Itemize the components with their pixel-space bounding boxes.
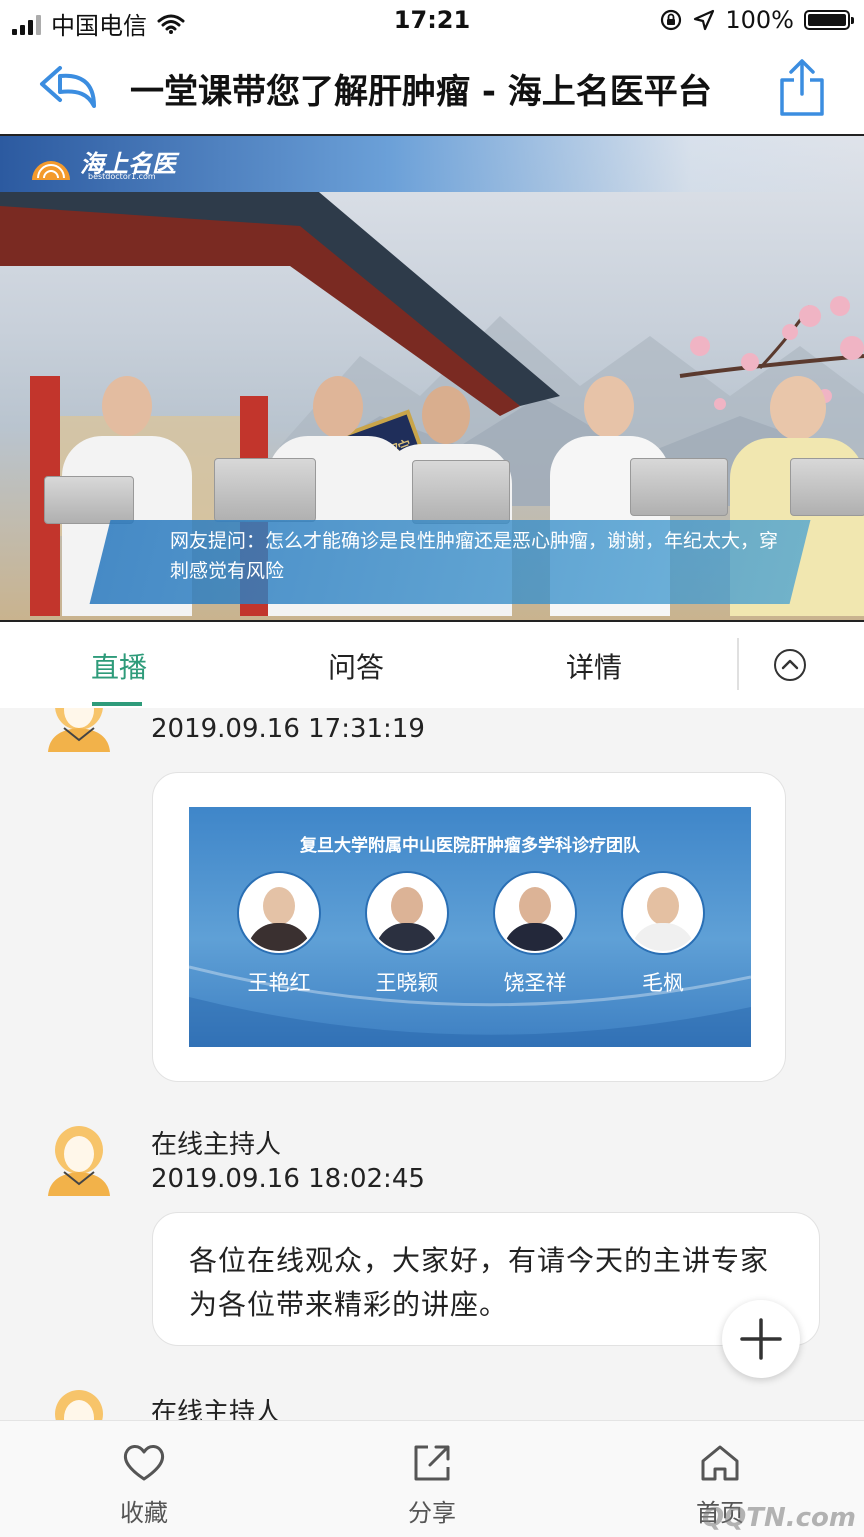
- heart-icon: [123, 1445, 165, 1481]
- message-author: 在线主持人: [151, 1398, 282, 1420]
- favorite-button[interactable]: 收藏: [84, 1443, 204, 1528]
- battery-percent: 100%: [725, 6, 794, 34]
- laptop: [214, 458, 316, 522]
- message-bubble: 各位在线观众，大家好，有请今天的主讲专家为各位带来精彩的讲座。: [152, 1212, 820, 1346]
- sun-logo-icon: [32, 161, 70, 180]
- tab-bar: 直播 问答 详情: [0, 622, 864, 709]
- status-bar: 中国电信 17:21 100%: [0, 0, 864, 44]
- tab-qa[interactable]: 问答: [328, 646, 384, 686]
- nav-bar: 一堂课带您了解肝肿瘤 - 海上名医平台: [0, 44, 864, 134]
- live-video-player[interactable]: 中山医院 海上名医 bestdoctor1.com 网友提问：怎么才能确诊是良性…: [0, 134, 864, 622]
- back-arrow-icon[interactable]: [38, 62, 100, 112]
- active-tab-indicator: [92, 702, 142, 706]
- question-caption: 网友提问：怎么才能确诊是良性肿瘤还是恶心肿瘤，谢谢，年纪太大，穿刺感觉有风险: [170, 530, 779, 582]
- doctor-name: 王晓颖: [375, 971, 439, 995]
- doctor-profile: 王艳红: [239, 873, 319, 997]
- host-avatar-icon: [48, 708, 110, 752]
- message-author: 在线主持人: [151, 1130, 282, 1160]
- laptop: [790, 458, 864, 516]
- collapse-chevron-up-icon[interactable]: [773, 648, 807, 682]
- watermark: QQTN.com: [702, 1503, 856, 1533]
- doctor-profile: 王晓颖: [367, 873, 447, 997]
- host-avatar-icon: [55, 1390, 103, 1420]
- battery-icon: [804, 10, 854, 30]
- brand-logo-url: bestdoctor1.com: [88, 172, 156, 181]
- tab-live[interactable]: 直播: [91, 646, 147, 686]
- plus-icon: [740, 1318, 782, 1360]
- doctor-name: 毛枫: [642, 971, 684, 995]
- doctor-profile: 饶圣祥: [495, 873, 575, 997]
- doctor-profile: 毛枫: [623, 873, 703, 997]
- add-button[interactable]: [722, 1300, 800, 1378]
- home-icon: [701, 1445, 739, 1481]
- laptop: [44, 476, 134, 524]
- share-button[interactable]: 分享: [372, 1443, 492, 1528]
- location-arrow-icon: [694, 9, 715, 31]
- live-feed[interactable]: 2019.09.16 17:31:19 复旦大学附属中山医院肝肿瘤多学科诊疗团队…: [0, 708, 864, 1420]
- tab-details[interactable]: 详情: [566, 646, 622, 686]
- host-avatar-icon: [48, 1126, 110, 1196]
- doctor-name: 饶圣祥: [503, 971, 567, 995]
- message-timestamp: 2019.09.16 18:02:45: [151, 1164, 425, 1194]
- favorite-label: 收藏: [120, 1499, 168, 1527]
- card-title: 复旦大学附属中山医院肝肿瘤多学科诊疗团队: [300, 836, 640, 856]
- video-logo-banner: 海上名医 bestdoctor1.com: [0, 136, 864, 192]
- doctor-name: 王艳红: [247, 971, 311, 995]
- laptop: [630, 458, 728, 516]
- page-title: 一堂课带您了解肝肿瘤 - 海上名医平台: [130, 72, 712, 112]
- share-upload-icon[interactable]: [778, 58, 826, 118]
- doctor-photo: [495, 873, 575, 953]
- laptop: [412, 460, 510, 524]
- doctor-photo: [239, 873, 319, 953]
- tab-divider: [737, 638, 739, 690]
- message-bubble: 复旦大学附属中山医院肝肿瘤多学科诊疗团队 王艳红 王晓颖 饶圣祥 毛枫: [152, 772, 786, 1082]
- team-intro-card[interactable]: 复旦大学附属中山医院肝肿瘤多学科诊疗团队 王艳红 王晓颖 饶圣祥 毛枫: [189, 807, 751, 1047]
- bottom-toolbar: 收藏 分享 首页 QQTN.com: [0, 1420, 864, 1537]
- share-label: 分享: [408, 1499, 456, 1527]
- message-text: 各位在线观众，大家好，有请今天的主讲专家为各位带来精彩的讲座。: [189, 1244, 770, 1321]
- doctor-photo: [367, 873, 447, 953]
- message-timestamp: 2019.09.16 17:31:19: [151, 714, 425, 744]
- doctor-photo: [623, 873, 703, 953]
- share-external-icon: [414, 1445, 450, 1481]
- rotation-lock-icon: [661, 9, 682, 31]
